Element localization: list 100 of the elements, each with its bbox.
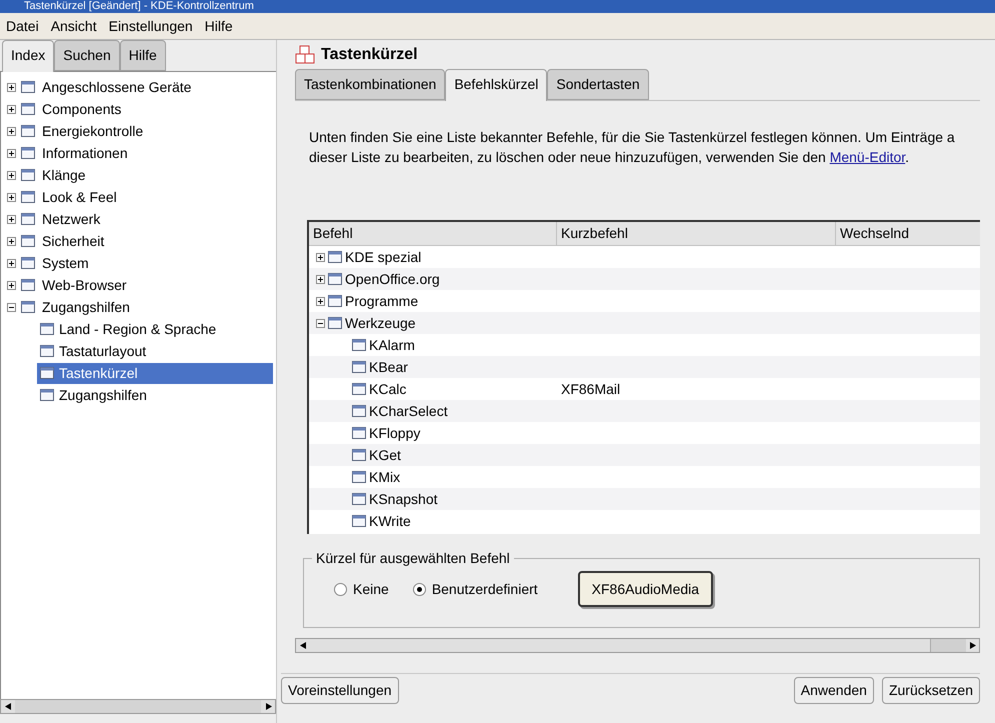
- menu-item[interactable]: Hilfe: [202, 16, 235, 36]
- tab[interactable]: Suchen: [54, 40, 120, 71]
- tree-item[interactable]: Informationen: [40, 142, 130, 164]
- column-header[interactable]: Kurzbefehl: [557, 222, 836, 245]
- tab[interactable]: Hilfe: [120, 40, 166, 71]
- program-icon: [351, 491, 367, 507]
- expand-icon[interactable]: [7, 148, 16, 158]
- dialog-button[interactable]: Zurücksetzen: [882, 677, 980, 704]
- expand-icon[interactable]: [316, 274, 325, 284]
- tree-item[interactable]: Tastaturlayout: [37, 340, 148, 362]
- program-icon: [39, 343, 55, 359]
- command-cell[interactable]: KDE spezial: [345, 246, 422, 268]
- horizontal-scrollbar[interactable]: [0, 699, 276, 714]
- tree-item[interactable]: Web-Browser: [40, 274, 129, 296]
- tree-item[interactable]: Klänge: [40, 164, 88, 186]
- description-text: Unten finden Sie eine Liste bekannter Befehle, für die Sie Tastenkürzel festlegen können. Um Einträge a dieser Liste zu bearbeiten, zu löschen oder neue hinzuzufügen, verwenden Sie den Menü-Editor.: [309, 128, 956, 167]
- program-icon: [20, 189, 36, 205]
- radio-label[interactable]: Keine: [353, 578, 389, 600]
- column-header[interactable]: Befehl: [309, 222, 557, 245]
- expand-icon[interactable]: [7, 126, 16, 136]
- program-icon: [20, 277, 36, 293]
- expand-icon[interactable]: [7, 192, 16, 202]
- tab[interactable]: Sondertasten: [547, 69, 649, 100]
- key-button[interactable]: XF86AudioMedia: [578, 571, 714, 607]
- program-icon: [20, 211, 36, 227]
- dialog-button[interactable]: Anwenden: [794, 677, 874, 704]
- right-arrow-icon[interactable]: [266, 703, 272, 710]
- left-arrow-icon[interactable]: [4, 703, 10, 710]
- program-icon: [39, 321, 55, 337]
- radio-button[interactable]: [412, 582, 426, 596]
- expand-icon[interactable]: [7, 280, 16, 290]
- program-icon: [327, 249, 343, 265]
- program-icon: [20, 101, 36, 117]
- command-cell[interactable]: KFloppy: [369, 422, 420, 444]
- tree-item[interactable]: Tastenkürzel: [37, 362, 273, 384]
- program-icon: [327, 293, 343, 309]
- collapse-icon[interactable]: [316, 318, 325, 328]
- menu-editor-link[interactable]: Menü-Editor: [830, 149, 906, 165]
- tree-item[interactable]: Land - Region & Sprache: [37, 318, 218, 340]
- tab[interactable]: Tastenkombinationen: [295, 69, 446, 100]
- program-icon: [351, 513, 367, 529]
- expand-icon[interactable]: [316, 296, 325, 306]
- program-icon: [327, 315, 343, 331]
- menu-item[interactable]: Einstellungen: [106, 16, 195, 36]
- command-cell[interactable]: KCalc: [369, 378, 406, 400]
- title-bar: Tastenkürzel [Geändert] - KDE-Kontrollzentrum: [0, 0, 995, 13]
- tree-item[interactable]: Angeschlossene Geräte: [40, 76, 194, 98]
- command-cell[interactable]: KBear: [369, 356, 408, 378]
- program-icon: [351, 447, 367, 463]
- command-cell[interactable]: KGet: [369, 444, 401, 466]
- command-cell[interactable]: KAlarm: [369, 334, 415, 356]
- program-icon: [20, 233, 36, 249]
- tree-item[interactable]: System: [40, 252, 91, 274]
- keys-icon: [295, 45, 315, 65]
- menu-item[interactable]: Datei: [4, 16, 41, 36]
- right-arrow-icon[interactable]: [970, 642, 976, 649]
- expand-icon[interactable]: [7, 82, 16, 92]
- module-title: Tastenkürzel: [321, 45, 418, 65]
- command-cell[interactable]: KWrite: [369, 510, 411, 532]
- radio-button[interactable]: [334, 582, 347, 596]
- tree-item[interactable]: Components: [40, 98, 124, 120]
- horizontal-scrollbar[interactable]: [295, 638, 980, 653]
- tree-item[interactable]: Netzwerk: [40, 208, 102, 230]
- expand-icon[interactable]: [7, 214, 16, 224]
- program-icon: [351, 359, 367, 375]
- expand-icon[interactable]: [7, 170, 16, 180]
- tree-item[interactable]: Zugangshilfen: [37, 384, 149, 406]
- program-icon: [20, 79, 36, 95]
- command-cell[interactable]: Werkzeuge: [345, 312, 416, 334]
- column-header[interactable]: Wechselnd: [836, 222, 980, 245]
- program-icon: [351, 469, 367, 485]
- expand-icon[interactable]: [7, 236, 16, 246]
- program-icon: [20, 167, 36, 183]
- defaults-button[interactable]: Voreinstellungen: [281, 677, 399, 704]
- collapse-icon[interactable]: [7, 302, 16, 312]
- program-icon: [20, 123, 36, 139]
- expand-icon[interactable]: [316, 252, 325, 262]
- tree-item[interactable]: Energiekontrolle: [40, 120, 146, 142]
- left-arrow-icon[interactable]: [300, 642, 306, 649]
- tab[interactable]: Befehlskürzel: [445, 69, 548, 101]
- scrollbar-thumb[interactable]: [930, 639, 966, 652]
- program-icon: [327, 271, 343, 287]
- program-icon: [20, 255, 36, 271]
- tab[interactable]: Index: [2, 40, 54, 72]
- command-cell[interactable]: KCharSelect: [369, 400, 448, 422]
- command-cell[interactable]: KMix: [369, 466, 400, 488]
- command-cell[interactable]: OpenOffice.org: [345, 268, 440, 290]
- tree-item[interactable]: Look & Feel: [40, 186, 119, 208]
- menu-item[interactable]: Ansicht: [48, 16, 99, 36]
- command-cell[interactable]: KSnapshot: [369, 488, 438, 510]
- scrollbar-thumb[interactable]: [15, 700, 261, 713]
- program-icon: [39, 365, 55, 381]
- shortcut-cell-text: XF86Mail: [561, 380, 620, 398]
- radio-label[interactable]: Benutzerdefiniert: [432, 578, 538, 600]
- program-icon: [351, 425, 367, 441]
- tree-item[interactable]: Sicherheit: [40, 230, 106, 252]
- expand-icon[interactable]: [7, 104, 16, 114]
- command-cell[interactable]: Programme: [345, 290, 418, 312]
- tree-item[interactable]: Zugangshilfen: [40, 296, 132, 318]
- expand-icon[interactable]: [7, 258, 16, 268]
